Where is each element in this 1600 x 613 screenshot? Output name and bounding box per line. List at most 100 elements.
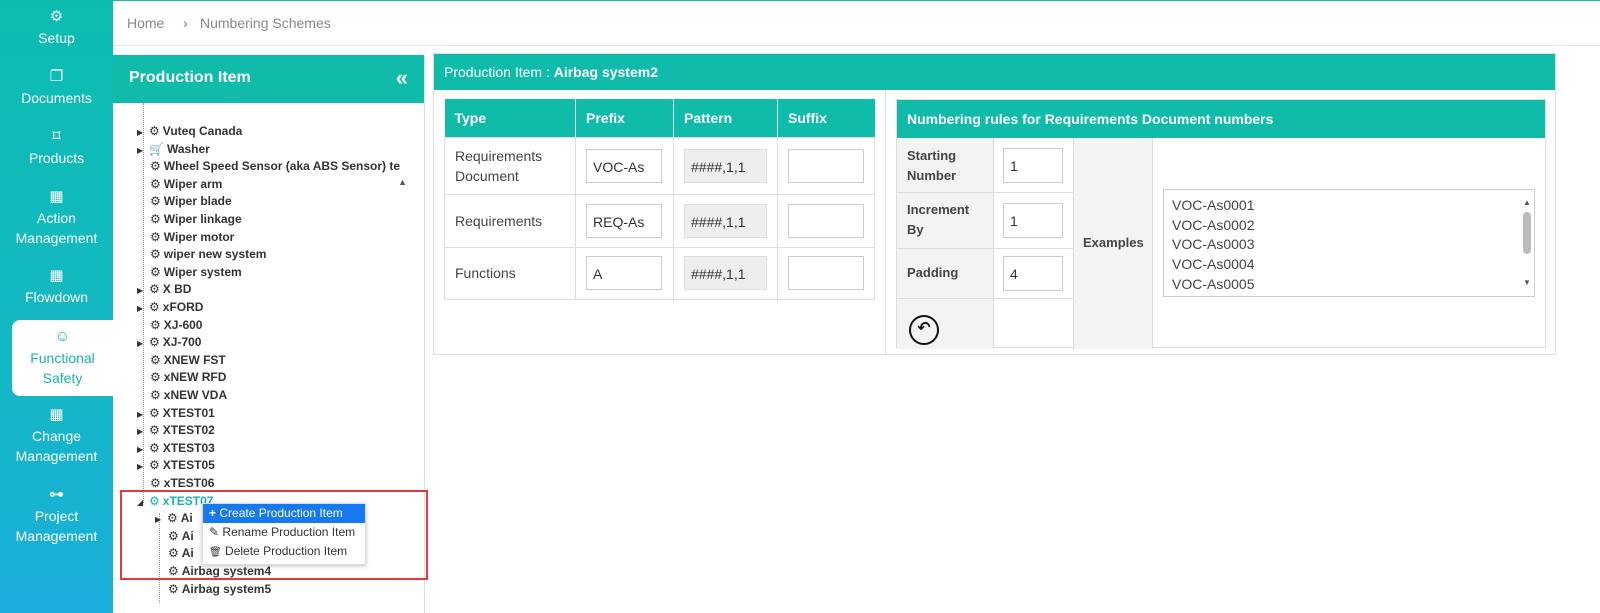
expand-toggle-icon[interactable]: ▶ [137, 146, 149, 155]
nav-flowdown[interactable]: ▦ Flowdown [0, 267, 113, 307]
gear-icon: ⚙ [149, 405, 160, 420]
scroll-down-icon[interactable]: ▼ [1523, 273, 1531, 293]
tree-node[interactable]: ⚙ XNEW FST [150, 353, 226, 370]
gear-icon: ⚙ [149, 124, 160, 138]
pattern-input: ####,1,1 [684, 148, 767, 183]
nav-products[interactable]: ⌑ Products [0, 128, 113, 168]
nav-label: Change Management [15, 428, 98, 464]
numbering-types-table: Type Prefix Pattern Suffix Requirements … [444, 99, 875, 300]
suffix-input[interactable] [788, 148, 864, 183]
tree-node-label: XJ-600 [163, 317, 203, 332]
tree-node[interactable]: ⚙ Wiper system [150, 265, 242, 282]
scroll-up-icon[interactable]: ▲ [1523, 193, 1531, 213]
top-bar: Home › Numbering Schemes [113, 0, 1600, 46]
tree-node[interactable]: ⚙ Wiper linkage [150, 212, 242, 229]
tree-node[interactable]: ▶ 🛒 Washer [137, 142, 210, 159]
tree-node[interactable]: ⚙ Wheel Speed Sensor (aka ABS Sensor) te [150, 159, 400, 176]
tree-node[interactable]: ▶ ⚙ xFORD [137, 300, 203, 317]
create-production-item-option[interactable]: + Create Production Item [203, 504, 365, 523]
prefix-input[interactable]: VOC-As [586, 148, 662, 183]
nav-action-management[interactable]: ▦ Action Management [0, 188, 113, 248]
expand-toggle-icon[interactable]: ▶ [137, 445, 149, 454]
cart-icon: 🛒 [149, 141, 164, 156]
table-row[interactable]: Requirements Document VOC-As ####,1,1 [444, 136, 875, 195]
delete-production-item-option[interactable]: 🗑 Delete Production Item [203, 542, 365, 561]
nav-label: Products [28, 150, 85, 166]
nav-project-management[interactable]: ⊶ Project Management [0, 486, 113, 546]
tree-node-label: xTEST06 [163, 476, 215, 490]
tree-node-label: xNEW RFD [163, 370, 227, 385]
prefix-input[interactable]: REQ-As [586, 203, 662, 238]
production-item-header: Production Item : Airbag system2 [434, 54, 1555, 90]
tree-node[interactable]: ▶ ⚙ XTEST01 [137, 406, 215, 423]
nav-label: Action Management [15, 210, 98, 246]
suffix-input[interactable] [788, 256, 864, 290]
expand-toggle-icon[interactable]: ▶ [137, 339, 149, 348]
gear-icon: ⚙ [150, 388, 161, 402]
increment-by-label: Increment By [907, 202, 970, 237]
gear-icon: ⚙ [150, 317, 161, 332]
gear-icon: ⚙ [149, 335, 160, 350]
suffix-input[interactable] [788, 203, 864, 238]
expand-toggle-icon[interactable]: ▶ [137, 128, 149, 137]
rename-production-item-option[interactable]: ✎ Rename Production Item [203, 523, 365, 542]
table-row[interactable]: Requirements REQ-As ####,1,1 [444, 193, 875, 248]
example-item: VOC-As0003 [1172, 236, 1255, 253]
building-icon: ▦ [49, 406, 64, 423]
rules-title-type: Requirements Document numbers [1044, 111, 1274, 127]
gear-icon: ⚙ [150, 476, 161, 490]
tree-node-label: Wiper arm [163, 176, 223, 191]
expand-toggle-icon[interactable]: ▶ [137, 304, 149, 313]
examples-scrollbar[interactable]: ▲ ▼ [1520, 190, 1534, 296]
tree-node[interactable]: ▶ ⚙ XTEST02 [137, 423, 215, 440]
menu-label: Create Production Item [219, 506, 343, 520]
tree-node[interactable]: ⚙ wiper new system [150, 247, 266, 264]
nav-documents[interactable]: ❐ Documents [0, 68, 113, 108]
breadcrumb-home[interactable]: Home [127, 15, 164, 31]
gear-icon: ⚙ [149, 423, 160, 438]
scroll-up-icon[interactable]: ▲ [398, 177, 407, 187]
rules-title-prefix: Numbering rules for [907, 111, 1045, 127]
tree-node[interactable]: ▶ ⚙ Vuteq Canada [137, 124, 242, 141]
table-row[interactable]: Functions A ####,1,1 [444, 246, 875, 300]
reset-icon[interactable]: ↶ [909, 315, 939, 345]
tree-node[interactable]: ⚙ Wiper motor [150, 230, 234, 247]
tree-node-label: XTEST01 [162, 405, 215, 420]
expand-toggle-icon[interactable]: ▶ [137, 462, 149, 471]
tree-node[interactable]: ⚙ Wiper blade [150, 194, 232, 211]
expand-toggle-icon[interactable]: ▶ [137, 410, 149, 419]
nav-change-management[interactable]: ▦ Change Management [0, 406, 113, 466]
nav-functional-safety[interactable]: ☺ Functional Safety [12, 320, 113, 396]
collapse-icon[interactable]: « [396, 65, 408, 91]
tree-node[interactable]: ⚙ xNEW VDA [150, 388, 227, 405]
tree-node[interactable]: ⚙ Airbag system5 [168, 582, 271, 599]
example-item: VOC-As0004 [1172, 256, 1255, 273]
examples-list[interactable]: VOC-As0001 VOC-As0002 VOC-As0003 VOC-As0… [1163, 189, 1535, 297]
tree-node[interactable]: ▶ ⚙ XTEST03 [137, 441, 215, 458]
increment-by-input[interactable]: 1 [1003, 203, 1063, 238]
nav-setup[interactable]: ⚙ Setup [0, 8, 113, 48]
tree-node-label: XTEST05 [162, 458, 215, 473]
tree-node-label: xFORD [162, 300, 204, 314]
tree-node[interactable]: ▶ ⚙ XJ-700 [137, 335, 201, 352]
scroll-thumb[interactable] [1523, 212, 1531, 254]
gear-icon: ⚙ [150, 176, 161, 191]
column-header-suffix: Suffix [777, 99, 875, 137]
gear-icon: ⚙ [149, 458, 160, 473]
gear-icon: ⚙ [150, 229, 161, 244]
starting-number-input[interactable]: 1 [1003, 148, 1063, 183]
sitemap-icon: ⊶ [49, 486, 64, 503]
expand-toggle-icon[interactable]: ▶ [137, 286, 149, 295]
gear-icon: ⚙ [150, 212, 161, 226]
tree-node[interactable]: ⚙ Wiper arm [150, 177, 222, 194]
tree-node[interactable]: ▶ ⚙ XTEST05 [137, 458, 215, 475]
expand-toggle-icon[interactable]: ▶ [137, 427, 149, 436]
prefix-input[interactable]: A [586, 256, 662, 290]
panel-title: Production Item [129, 69, 251, 86]
tree-node[interactable]: ▶ ⚙ X BD [137, 282, 191, 299]
padding-input[interactable]: 4 [1003, 256, 1063, 291]
tree-node[interactable]: ⚙ XJ-600 [150, 318, 202, 335]
nav-label: Documents [21, 90, 92, 106]
tree-node-label: XTEST02 [162, 423, 215, 438]
tree-node[interactable]: ⚙ xNEW RFD [150, 370, 226, 387]
